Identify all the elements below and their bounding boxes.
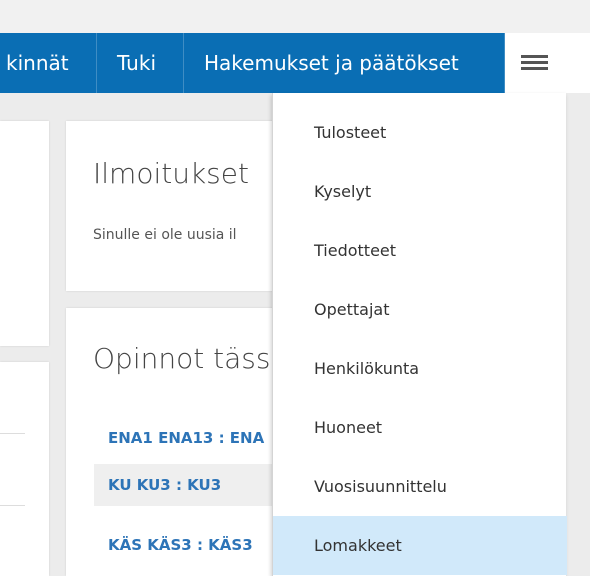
left-panel-bottom bbox=[0, 362, 49, 576]
nav-divider bbox=[183, 33, 184, 93]
course-row[interactable]: ENA1 ENA13 : ENA bbox=[94, 417, 274, 459]
nav-item-hakemukset[interactable]: Hakemukset ja päätökset bbox=[204, 33, 459, 93]
menu-item-vuosisuunnittelu[interactable]: Vuosisuunnittelu bbox=[273, 457, 567, 516]
menu-item-kyselyt[interactable]: Kyselyt bbox=[273, 162, 567, 221]
main-navbar: kinnät Tuki Hakemukset ja päätökset bbox=[0, 33, 590, 93]
notices-empty-text: Sinulle ei ole uusia il bbox=[93, 227, 237, 243]
menu-item-opettajat[interactable]: Opettajat bbox=[273, 280, 567, 339]
hamburger-menu-button[interactable] bbox=[505, 33, 565, 93]
hamburger-menu-icon bbox=[521, 67, 548, 70]
left-panel-top bbox=[0, 121, 49, 346]
navbar-right-edge bbox=[565, 33, 590, 93]
menu-item-tiedotteet[interactable]: Tiedotteet bbox=[273, 221, 567, 280]
row-divider bbox=[0, 505, 25, 506]
notices-panel: Ilmoitukset Sinulle ei ole uusia il bbox=[66, 121, 276, 291]
nav-item-tuki[interactable]: Tuki bbox=[117, 33, 156, 93]
menu-item-huoneet[interactable]: Huoneet bbox=[273, 398, 567, 457]
course-row[interactable]: KU KU3 : KU3 bbox=[94, 464, 274, 506]
navigation-dropdown-menu: Tulosteet Kyselyt Tiedotteet Opettajat H… bbox=[272, 93, 567, 576]
studies-title: Opinnot täss bbox=[93, 342, 271, 375]
hamburger-menu-icon bbox=[521, 61, 548, 64]
browser-top-strip bbox=[0, 0, 590, 33]
menu-item-lomakkeet[interactable]: Lomakkeet bbox=[273, 516, 567, 575]
course-row[interactable]: KÄS KÄS3 : KÄS3 bbox=[94, 524, 274, 566]
row-divider bbox=[0, 433, 25, 434]
nav-item-merkinnat[interactable]: kinnät bbox=[6, 33, 69, 93]
notices-title: Ilmoitukset bbox=[93, 157, 249, 190]
nav-divider bbox=[96, 33, 97, 93]
menu-item-henkilokunta[interactable]: Henkilökunta bbox=[273, 339, 567, 398]
hamburger-menu-icon bbox=[521, 55, 548, 58]
menu-item-tulosteet[interactable]: Tulosteet bbox=[273, 103, 567, 162]
